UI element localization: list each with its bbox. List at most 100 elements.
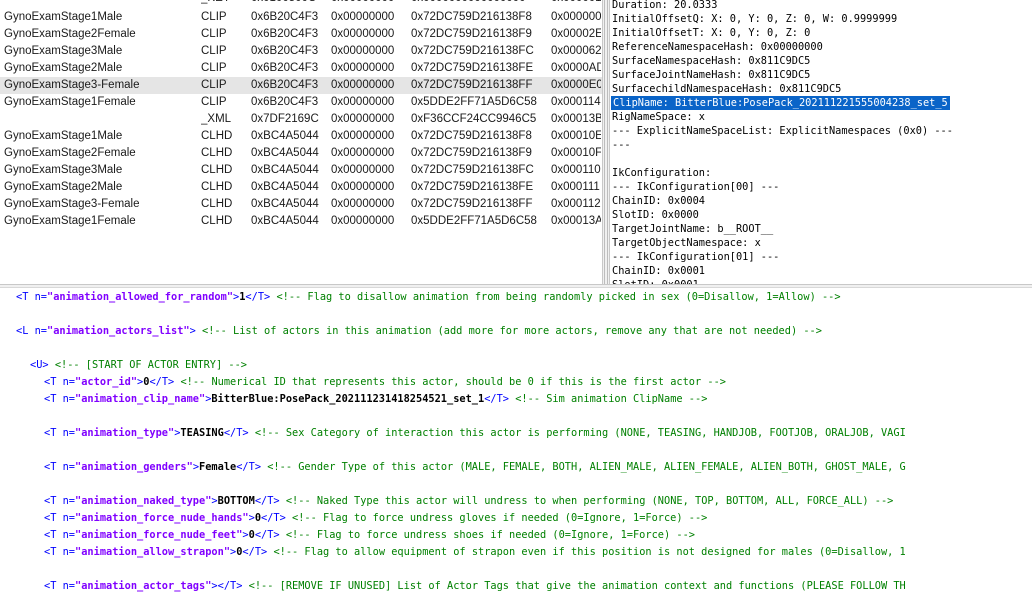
cell-name: GynoExamStage3Male bbox=[4, 164, 123, 176]
xml-line[interactable]: <T n="animation_force_nude_hands">0</T> … bbox=[44, 510, 707, 526]
xml-line[interactable]: <U> <!-- [START OF ACTOR ENTRY] --> bbox=[30, 357, 247, 373]
property-line: SlotID: 0x0000 bbox=[612, 209, 699, 221]
cell-extra: 0x000001 13 bbox=[551, 0, 601, 7]
cell-tag: CLHD bbox=[201, 147, 233, 159]
clip-name-selected[interactable]: ClipName: BitterBlue:PosePack_2021112215… bbox=[611, 96, 950, 110]
cell-name: GynoExamStage3-Female bbox=[4, 198, 140, 210]
cell-tag: _KEY bbox=[201, 0, 249, 7]
cell-name: GynoExamStage1Female bbox=[4, 215, 136, 227]
cell-type: 0x6B20C4F3 bbox=[251, 11, 319, 23]
cell-extra: 0x000000 bbox=[551, 11, 601, 23]
properties-panel[interactable]: Duration: 20.0333 InitialOffsetQ: X: 0, Y… bbox=[610, 0, 1032, 284]
xml-line[interactable]: <T n="animation_type">TEASING</T> <!-- S… bbox=[44, 425, 906, 441]
xml-line[interactable]: <T n="animation_naked_type">BOTTOM</T> <… bbox=[44, 493, 893, 509]
table-row[interactable]: GynoExamStage1Male CLIP 0x6B20C4F3 0x000000… bbox=[0, 9, 602, 26]
cell-type: 0x0100500C bbox=[251, 0, 327, 7]
attr-key: n= bbox=[56, 495, 76, 507]
cell-extra: 0x0000AD bbox=[551, 62, 601, 74]
cell-name: GynoExamStage1Male bbox=[4, 130, 123, 142]
tag-end: > bbox=[189, 325, 196, 337]
cell-type: 0x6B20C4F3 bbox=[251, 79, 319, 91]
cell-instance: 0x72DC759D216138FE bbox=[411, 62, 534, 74]
cell-extra: 0x000110 bbox=[551, 164, 601, 176]
tag-close: </T> bbox=[245, 291, 271, 303]
splitter-grip[interactable] bbox=[604, 0, 608, 284]
property-line: InitialOffsetT: X: 0, Y: 0, Z: 0 bbox=[612, 27, 811, 39]
cell-name: GynoExamStage2Female bbox=[4, 28, 136, 40]
cell-group: 0x00000000 bbox=[331, 215, 395, 227]
property-line: --- IkConfiguration[01] --- bbox=[612, 251, 780, 263]
attr-key: n= bbox=[28, 291, 48, 303]
table-row[interactable]: GynoExamStage1Male CLHD 0xBC4A5044 0x000000… bbox=[0, 128, 602, 145]
table-row[interactable]: GynoExamStage3Male CLHD 0xBC4A5044 0x000000… bbox=[0, 162, 602, 179]
table-row[interactable]: GynoExamStage3Male CLIP 0x6B20C4F3 0x000000… bbox=[0, 43, 602, 60]
cell-extra: 0x00002E bbox=[551, 28, 601, 40]
table-row[interactable]: GynoExamStage2Male CLIP 0x6B20C4F3 0x000000… bbox=[0, 60, 602, 77]
vertical-splitter[interactable] bbox=[602, 0, 610, 284]
property-line: ReferenceNamespaceHash: 0x00000000 bbox=[612, 41, 823, 53]
table-row[interactable]: GynoExamStage2Male CLHD 0xBC4A5044 0x000000… bbox=[0, 179, 602, 196]
attr-key: n= bbox=[56, 512, 76, 524]
table-row[interactable]: GynoExamStage3-Female CLIP 0x6B20C4F3 0x000… bbox=[0, 77, 602, 94]
xml-line[interactable]: <T n="animation_genders">Female</T> <!--… bbox=[44, 459, 906, 475]
attr-key: n= bbox=[56, 546, 76, 558]
cell-type: 0xBC4A5044 bbox=[251, 181, 319, 193]
cell-tag: CLHD bbox=[201, 215, 233, 227]
cell-extra: 0x000114 bbox=[551, 96, 601, 108]
cell-group: 0x00000000 bbox=[331, 62, 395, 74]
cell-instance: 0x72DC759D216138F8 bbox=[411, 11, 532, 23]
xml-comment: <!-- Sim animation ClipName --> bbox=[515, 393, 708, 405]
xml-comment: <!-- Flag to disallow animation from bei… bbox=[276, 291, 841, 303]
table-row[interactable]: _XML 0x7DF2169C 0x00000000 0xF36CCF24CC9946… bbox=[0, 111, 602, 128]
cell-tag: CLIP bbox=[201, 62, 227, 74]
xml-comment: <!-- Flag to allow equipment of strapon … bbox=[273, 546, 906, 558]
xml-editor[interactable]: <T n="animation_allowed_for_random">1</T… bbox=[0, 288, 1032, 603]
cell-group: 0x00000000 bbox=[331, 45, 395, 57]
xml-line[interactable]: <T n="animation_clip_name">BitterBlue:Po… bbox=[44, 391, 707, 407]
tag-close: </T> bbox=[223, 427, 249, 439]
xml-comment: <!-- Sex Category of interaction this ac… bbox=[254, 427, 906, 439]
cell-instance: 0x0000000000000000 bbox=[411, 0, 547, 7]
cell-type: 0xBC4A5044 bbox=[251, 147, 319, 159]
attr-key: n= bbox=[28, 325, 48, 337]
cell-group: 0x00000000 bbox=[331, 181, 395, 193]
cell-instance: 0x72DC759D216138F9 bbox=[411, 147, 532, 159]
xml-line[interactable]: <T n="animation_allow_strapon">0</T> <!-… bbox=[44, 544, 906, 560]
cell-name: GynoExamStage1Female bbox=[4, 96, 136, 108]
table-row[interactable]: GynoExamStage2Female CLIP 0x6B20C4F3 0x0000… bbox=[0, 26, 602, 43]
xml-line[interactable]: <T n="animation_force_nude_feet">0</T> <… bbox=[44, 527, 695, 543]
xml-line[interactable]: <T n="animation_actor_tags"></T> <!-- [R… bbox=[44, 578, 906, 594]
tag-close: </T> bbox=[217, 580, 243, 592]
attr-value: animation_type bbox=[81, 427, 169, 439]
cell-tag: CLIP bbox=[201, 28, 227, 40]
cell-instance: 0xF36CCF24CC9946C5 bbox=[411, 113, 537, 125]
xml-line[interactable]: <T n="actor_id">0</T> <!-- Numerical ID … bbox=[44, 374, 726, 390]
table-row[interactable]: GynoExamStage3-Female CLHD 0xBC4A5044 0x000… bbox=[0, 196, 602, 213]
cell-instance: 0x72DC759D216138FC bbox=[411, 164, 534, 176]
resource-list[interactable]: _KEY0x0100500C 0x00000000 0x00000000000000… bbox=[0, 0, 602, 284]
property-line: IkConfiguration: bbox=[612, 167, 712, 179]
cell-instance: 0x5DDE2FF71A5D6C58 bbox=[411, 96, 537, 108]
cell-instance: 0x72DC759D216138F9 bbox=[411, 28, 532, 40]
node-value: TEASING bbox=[180, 427, 224, 439]
tag-close: </T> bbox=[242, 546, 268, 558]
tag-end: > bbox=[42, 359, 49, 371]
cell-name: GynoExamStage2Female bbox=[4, 147, 136, 159]
table-row[interactable]: GynoExamStage1Female CLIP 0x6B20C4F3 0x0000… bbox=[0, 94, 602, 111]
cell-type: 0x6B20C4F3 bbox=[251, 62, 319, 74]
table-row[interactable]: GynoExamStage2Female CLHD 0xBC4A5044 0x0000… bbox=[0, 145, 602, 162]
cell-group: 0x00000000 bbox=[331, 113, 395, 125]
attr-value: animation_allow_strapon bbox=[81, 546, 224, 558]
xml-line[interactable]: <T n="animation_allowed_for_random">1</T… bbox=[16, 289, 841, 305]
xml-comment: <!-- [REMOVE IF UNUSED] List of Actor Ta… bbox=[248, 580, 906, 592]
cell-extra: 0x00013B bbox=[551, 113, 601, 125]
table-row[interactable]: GynoExamStage1Female CLHD 0xBC4A5044 0x0000… bbox=[0, 213, 602, 230]
tag-close: </T> bbox=[149, 376, 175, 388]
xml-line[interactable]: <L n="animation_actors_list"> <!-- List … bbox=[16, 323, 822, 339]
cell-extra: 0x000111 bbox=[551, 181, 600, 193]
cell-type: 0xBC4A5044 bbox=[251, 198, 319, 210]
cell-tag: CLHD bbox=[201, 198, 233, 210]
xml-comment: <!-- Numerical ID that represents this a… bbox=[180, 376, 726, 388]
cell-tag: CLHD bbox=[201, 164, 233, 176]
attr-key: n= bbox=[56, 580, 76, 592]
